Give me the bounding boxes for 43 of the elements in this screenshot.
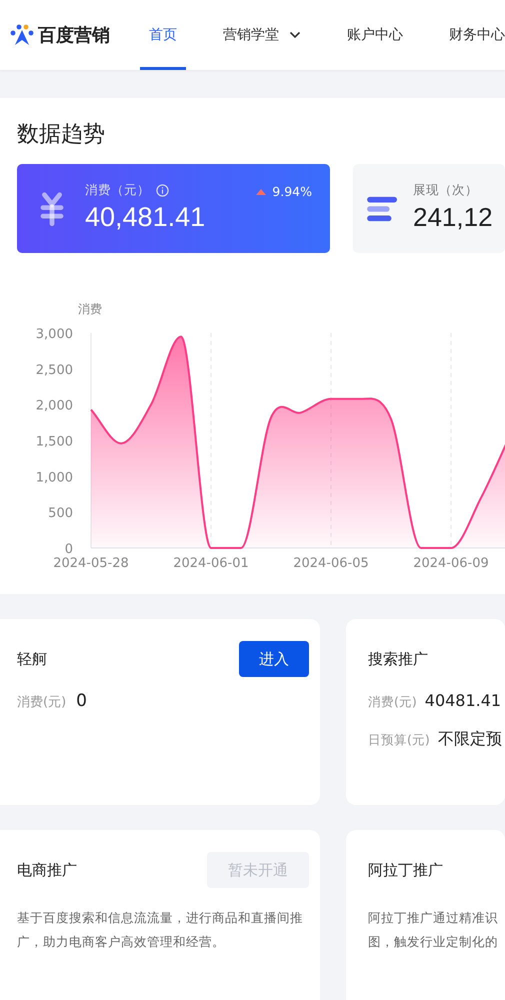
triangle-up-icon — [256, 188, 266, 194]
y-tick-label: 3,000 — [36, 327, 73, 342]
y-tick-label: 0 — [64, 542, 73, 557]
section-title: 数据趋势 — [17, 121, 106, 149]
y-tick-label: 1,500 — [36, 434, 73, 450]
stat-value: 不限定预 — [438, 729, 502, 750]
y-tick-label: 500 — [48, 506, 73, 522]
nav-tab[interactable]: 财务中心 — [440, 0, 505, 70]
y-tick-label: 1,000 — [36, 470, 73, 486]
enter-button[interactable]: 进入 — [239, 641, 309, 677]
stat-value: 0 — [76, 691, 87, 711]
bars-icon — [367, 194, 399, 222]
product-title: 轻舸 — [17, 650, 47, 668]
metric-label: 展现（次） — [413, 182, 478, 199]
y-tick-label: 2,500 — [36, 362, 73, 378]
x-tick-label: 2024-06-05 — [293, 556, 369, 571]
nav-tab[interactable]: 营销学堂 — [214, 0, 310, 70]
product-description: 图，触发行业定制化的 — [368, 933, 499, 951]
y-tick-label: 2,000 — [36, 398, 73, 414]
metric-card[interactable]: 展现（次） 241,12 — [353, 164, 505, 253]
stat-value: 40481.41 — [424, 691, 502, 710]
metric-card[interactable]: 消费（元） 40,481.41 9.94% — [17, 164, 330, 253]
stat-label: 消费(元) — [17, 694, 66, 711]
metric-label: 消费（元） — [85, 182, 150, 199]
metric-value: 40,481.41 — [85, 201, 206, 234]
stat-label: 日预算(元) — [368, 732, 430, 749]
logo-text: 百度营销 — [38, 24, 110, 47]
y-axis-title: 消费 — [78, 302, 102, 316]
product-title: 阿拉丁推广 — [368, 860, 443, 880]
logo-icon — [9, 24, 35, 46]
nav-tab[interactable]: 首页 — [140, 0, 186, 70]
x-tick-label: 2024-05-28 — [53, 556, 129, 571]
product-description: 阿拉丁推广通过精准识 — [368, 909, 499, 927]
change-percentage: 9.94% — [272, 184, 312, 199]
metric-value: 241,12 — [413, 201, 493, 234]
stat-label: 消费(元) — [368, 694, 417, 711]
product-description: 基于百度搜索和信息流流量，进行商品和直播间推广，助力电商客户高效管理和经营。 — [17, 909, 304, 951]
nav-tab[interactable]: 账户中心 — [338, 0, 412, 70]
x-tick-label: 2024-06-09 — [413, 556, 489, 571]
product-title: 搜索推广 — [368, 650, 428, 668]
info-icon[interactable] — [156, 184, 169, 197]
x-tick-label: 2024-06-01 — [173, 556, 249, 571]
product-title: 电商推广 — [17, 860, 77, 880]
